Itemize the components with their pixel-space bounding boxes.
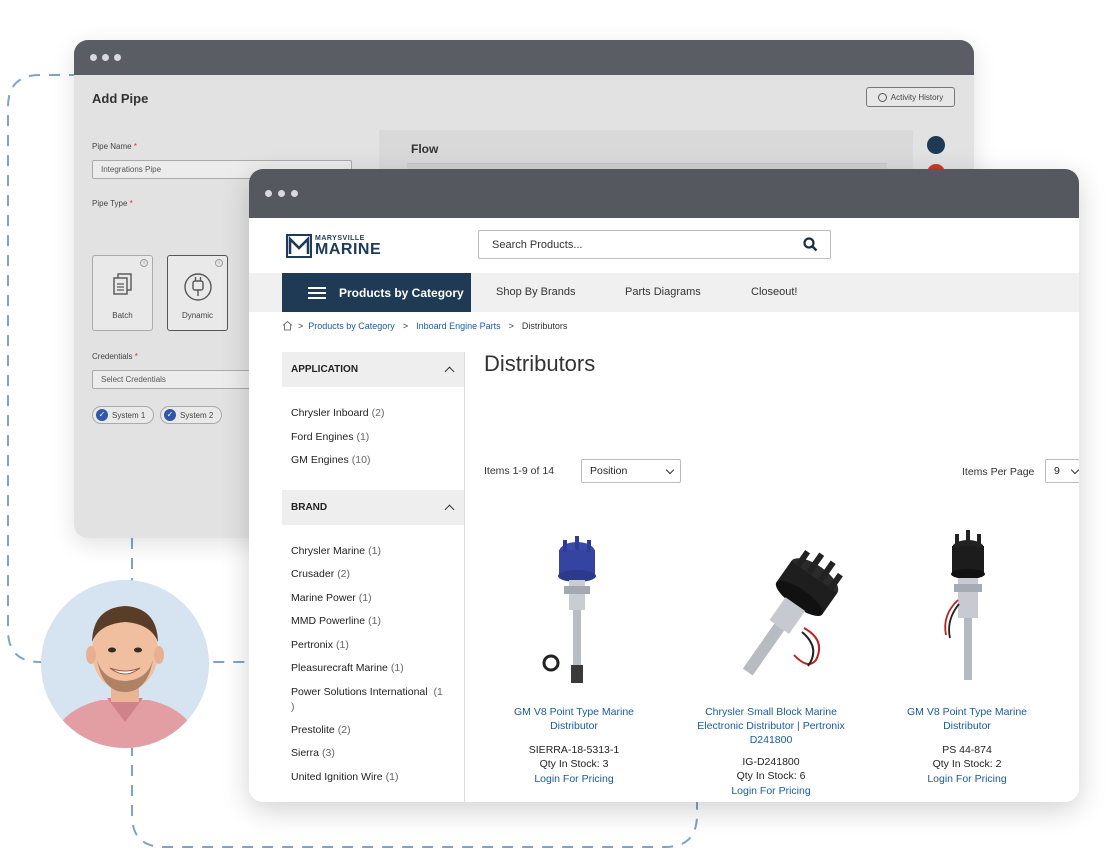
filter-brand-list: Chrysler Marine (1) Crusader (2) Marine Po… [282, 525, 464, 802]
credentials-select[interactable]: Select Credentials [92, 370, 262, 389]
product-stock: Qty In Stock: 3 [539, 758, 609, 770]
pipe-name-label: Pipe Name * [92, 142, 137, 151]
credentials-label: Credentials * [92, 352, 138, 361]
filter-sidebar: APPLICATION Chrysler Inboard (2) Ford Eng… [282, 352, 465, 802]
menu-icon [308, 286, 326, 299]
search-icon[interactable] [803, 237, 818, 252]
product-name-link[interactable]: GM V8 Point Type Marine Distributor [872, 705, 1062, 733]
filter-option[interactable]: Pertronix (1) [291, 634, 455, 658]
search-placeholder: Search Products... [492, 238, 583, 251]
product-sku: IG-D241800 [742, 756, 800, 768]
nav-closeout[interactable]: Closeout! [751, 273, 797, 312]
filter-option[interactable]: Marine Power (1) [291, 587, 455, 611]
filter-option[interactable]: Prestolite (2) [291, 719, 455, 743]
login-for-pricing-link[interactable]: Login For Pricing [872, 771, 1062, 787]
product-name-link[interactable]: Chrysler Small Block Marine Electronic D… [676, 705, 866, 747]
search-input[interactable]: Search Products... [478, 230, 831, 259]
breadcrumb-current: Distributors [521, 320, 568, 331]
filter-option[interactable]: Chrysler Inboard (2) [291, 402, 455, 426]
flow-title: Flow [411, 142, 439, 156]
marysville-logo-icon [286, 234, 312, 258]
filter-option[interactable]: Crusader (2) [291, 563, 455, 587]
filter-application-list: Chrysler Inboard (2) Ford Engines (1) GM E… [282, 387, 464, 485]
window-titlebar [249, 169, 1079, 218]
login-for-pricing-link[interactable]: Login For Pricing [479, 771, 669, 787]
filter-option[interactable]: Ford Engines (1) [291, 426, 455, 450]
nav-categories-label: Products by Category [339, 285, 464, 300]
system-chip[interactable]: ✓ System 2 [160, 406, 223, 424]
product-stock: Qty In Stock: 2 [932, 758, 1002, 770]
filter-option[interactable]: Pleasurecraft Marine (1) [291, 657, 455, 681]
product-sku: SIERRA-18-5313-1 [528, 744, 620, 756]
filter-option[interactable]: Sierra (3) [291, 742, 455, 766]
items-per-page-select[interactable]: 9 [1045, 459, 1079, 483]
product-card[interactable]: Chrysler Small Block Marine Electronic D… [676, 520, 866, 799]
filter-option[interactable]: GM Engines (10) [291, 449, 455, 473]
window-dot[interactable] [114, 54, 121, 61]
window-dot[interactable] [90, 54, 97, 61]
product-image[interactable] [479, 520, 669, 705]
check-icon: ✓ [96, 409, 108, 421]
plug-icon [183, 273, 212, 301]
pipe-type-name: Batch [112, 311, 133, 320]
products-by-category-button[interactable]: Products by Category [282, 273, 471, 312]
page-title: Add Pipe [92, 91, 149, 106]
filter-brand-header[interactable]: BRAND [282, 489, 464, 525]
nav-parts-diagrams[interactable]: Parts Diagrams [625, 273, 701, 312]
login-for-pricing-link[interactable]: Login For Pricing [676, 783, 866, 799]
product-card[interactable]: GM V8 Point Type Marine Distributor PS 4… [872, 520, 1062, 787]
activity-history-label: Activity History [890, 92, 944, 102]
distributor-image [742, 549, 843, 676]
chevron-up-icon [444, 504, 455, 514]
history-icon [877, 92, 887, 102]
info-icon[interactable]: i [215, 259, 223, 267]
filter-application-header[interactable]: APPLICATION [282, 352, 464, 387]
pipe-type-batch[interactable]: i Batch [92, 255, 153, 331]
filter-option[interactable]: United Ignition Wire (1) [291, 766, 455, 790]
person-portrait-icon [41, 580, 209, 748]
window-dot[interactable] [291, 190, 298, 197]
sort-select[interactable]: Position [581, 459, 681, 483]
system-chip[interactable]: ✓ System 1 [92, 406, 155, 424]
window-dot[interactable] [102, 54, 109, 61]
product-card[interactable]: GM V8 Point Type Marine Distributor SIER… [479, 520, 669, 787]
logo-text-bottom: MARINE [315, 240, 382, 258]
product-image[interactable] [676, 520, 866, 705]
distributor-image [542, 536, 596, 683]
main-nav: Products by Category Shop By Brands Part… [249, 273, 1079, 312]
pipe-type-dynamic[interactable]: i Dynamic [167, 255, 228, 331]
filter-option[interactable]: MMD Powerline (1) [291, 610, 455, 634]
chevron-up-icon [444, 366, 455, 377]
home-icon[interactable] [282, 320, 293, 331]
avatar [41, 580, 209, 748]
items-per-page-label: Items Per Page [962, 466, 1035, 478]
product-image[interactable] [872, 520, 1062, 705]
chevron-down-icon [1070, 465, 1079, 475]
pipe-type-label: Pipe Type * [92, 199, 133, 208]
integration-logo-icon[interactable] [927, 136, 945, 154]
pipe-type-name: Dynamic [181, 311, 214, 320]
site-logo[interactable]: MARYSVILLE MARINE [286, 230, 382, 262]
document-stack-icon [112, 273, 132, 295]
items-count: Items 1-9 of 14 [484, 465, 555, 477]
check-icon: ✓ [164, 409, 176, 421]
product-name-link[interactable]: GM V8 Point Type Marine Distributor [479, 705, 669, 733]
chevron-down-icon [665, 465, 675, 475]
page-title: Distributors [484, 351, 596, 376]
breadcrumb: > Products by Category > Inboard Engine … [282, 320, 567, 331]
info-icon[interactable]: i [140, 259, 148, 267]
filter-option[interactable]: Power Solutions International (1 ) [291, 681, 455, 719]
nav-shop-by-brands[interactable]: Shop By Brands [496, 273, 576, 312]
window-dot[interactable] [278, 190, 285, 197]
store-window: MARYSVILLE MARINE Search Products... Pro… [249, 169, 1079, 802]
window-dot[interactable] [265, 190, 272, 197]
breadcrumb-link[interactable]: Products by Category [308, 321, 395, 331]
filter-option[interactable]: Chrysler Marine (1) [291, 540, 455, 564]
distributor-image [944, 530, 985, 680]
window-titlebar [74, 40, 974, 75]
product-sku: PS 44-874 [942, 744, 992, 756]
activity-history-button[interactable]: Activity History [866, 87, 955, 107]
breadcrumb-link[interactable]: Inboard Engine Parts [416, 321, 501, 331]
product-stock: Qty In Stock: 6 [736, 770, 806, 782]
